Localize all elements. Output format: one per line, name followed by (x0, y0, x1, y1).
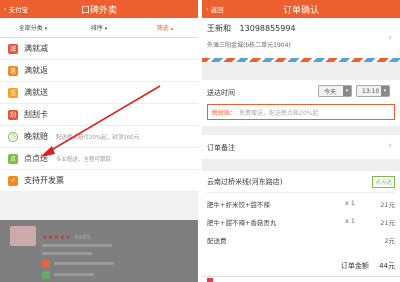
dropdown-icon: ▾ (343, 86, 351, 96)
menu-item-invoice[interactable]: ✓ 支持开发票 (0, 170, 198, 192)
background-shop-card: ★★★★★ 4985 (10, 224, 190, 280)
back-label: 支付宝 (8, 6, 29, 14)
back-label: 返回 (210, 6, 224, 14)
filter-category-label: 全部分类 (18, 25, 43, 32)
remark-label: 订单备注 (207, 144, 235, 152)
day-select[interactable]: 今天 ▾ (318, 85, 352, 97)
filter-sort-label: 排序 (90, 25, 103, 32)
total-label: 订单金额 (340, 262, 369, 270)
filter-sort[interactable]: 排序 ▾ (66, 23, 132, 32)
address-text: 外滩三阳金城(b栋二单元1904) (207, 42, 291, 49)
page-title: 订单确认 (282, 5, 319, 16)
menu-item-desc: 配送晚点赔付20%起，封顶100元 (56, 134, 140, 141)
delivery-time-label: 送达时间 (207, 89, 235, 97)
menu-item-label: 晚就赔 (24, 132, 48, 141)
menu-item-label: 满就返 (24, 66, 48, 75)
day-select-value: 今天 (324, 88, 337, 96)
filter-screen-label: 筛选 (156, 25, 169, 32)
menu-item-mansong[interactable]: 送 满就送 (0, 82, 198, 104)
order-item: 肥牛+虾米饺+甜不辣 x 1 21元 (207, 199, 395, 211)
delivery-badge: 点点送 (372, 176, 395, 188)
back-button[interactable]: ‹ 返回 (206, 0, 224, 18)
item-price: 21元 (380, 201, 395, 209)
chevron-right-icon: › (388, 33, 392, 43)
item-name: 肥牛+甜不辣+香菇贡丸 (207, 219, 277, 227)
promo-tag-icon (42, 260, 50, 268)
envelope-stripe (202, 58, 400, 62)
menu-item-guaguaka[interactable]: 刮 刮刮卡 (0, 104, 198, 126)
blurred-text-line (54, 273, 94, 276)
stars-text: ★★★★★ (42, 234, 72, 241)
shop-name: 云南过桥米线(河东路店) (207, 178, 283, 186)
promo-tag-icon (42, 271, 50, 279)
cashback-icon: 返 (8, 65, 18, 76)
caret-up-icon: ▴ (170, 26, 174, 32)
menu-item-label: 满就送 (24, 88, 48, 97)
filter-category[interactable]: 全部分类 ▾ (0, 23, 66, 32)
bottom-section (202, 276, 400, 282)
item-qty: x 1 (345, 217, 356, 225)
item-qty: x 1 (345, 199, 356, 207)
right-top-bar: ‹ 返回 订单确认 (202, 0, 400, 18)
blurred-text-line (42, 252, 92, 255)
menu-item-manjian[interactable]: 减 满就减 (0, 38, 198, 60)
right-screen: ‹ 返回 订单确认 王新和 13098855994 外滩三阳金城(b栋二单元19… (202, 0, 400, 282)
discount-icon: 减 (8, 43, 18, 54)
item-name: 配送费 (207, 237, 227, 245)
menu-item-label: 满就减 (24, 44, 48, 53)
notice-desc: 免费赠送，配送晚点赔20%起 (239, 109, 319, 117)
left-top-bar: ‹ 支付宝 口碑外卖 (0, 0, 198, 18)
item-price: 21元 (380, 219, 395, 227)
order-summary: 云南过桥米线(河东路店) 点点送 肥牛+虾米饺+甜不辣 x 1 21元 肥牛+甜… (202, 171, 400, 281)
item-price: 2元 (384, 237, 395, 245)
total-value: 44元 (379, 262, 395, 270)
order-item: 肥牛+甜不辣+香菇贡丸 x 1 21元 (207, 217, 395, 229)
chevron-right-icon: › (388, 141, 392, 151)
clock-icon: ◷ (8, 131, 18, 142)
filter-screen[interactable]: 筛选 ▴ (132, 23, 198, 32)
address-card[interactable]: 王新和 13098855994 外滩三阳金城(b栋二单元1904) › (202, 18, 400, 58)
rating-stars: ★★★★★ 4985 (42, 234, 91, 241)
caret-down-icon: ▾ (44, 26, 48, 32)
recipient-name: 王新和 (207, 24, 231, 33)
dropdown-icon: ▾ (381, 86, 389, 96)
menu-item-desc: 专业配送，全程可跟踪 (56, 156, 112, 163)
filter-bar: 全部分类 ▾ 排序 ▾ 筛选 ▴ (0, 18, 198, 38)
page-title: 口碑外卖 (80, 5, 117, 16)
caret-down-icon: ▾ (104, 26, 108, 32)
notice-title: 晚就赔： (212, 109, 237, 117)
left-screen: ‹ 支付宝 口碑外卖 全部分类 ▾ 排序 ▾ 筛选 ▴ 减 满就减 返 满就返 送 满… (0, 0, 198, 282)
divider (207, 192, 395, 193)
time-select-value: 13:10 (362, 87, 380, 95)
dimmed-background[interactable]: ★★★★★ 4985 (0, 220, 198, 282)
scratch-card-icon: 刮 (8, 109, 18, 120)
menu-item-manfan[interactable]: 返 满就返 (0, 60, 198, 82)
blurred-text-line (42, 244, 112, 247)
menu-item-diandiansong[interactable]: 点 点点送 专业配送，全程可跟踪 (0, 148, 198, 170)
order-remark-row[interactable]: 订单备注 › (202, 135, 400, 159)
back-button[interactable]: ‹ 支付宝 (4, 0, 28, 18)
order-total: 订单金额 44元 (341, 261, 395, 271)
late-compensation-notice: 晚就赔： 免费赠送，配送晚点赔20%起 (207, 104, 395, 120)
blurred-text-line (54, 262, 114, 265)
recipient-info: 王新和 13098855994 (207, 23, 296, 34)
gift-icon: 送 (8, 87, 18, 98)
delivery-fee-row: 配送费 2元 (207, 235, 395, 247)
invoice-icon: ✓ (8, 175, 18, 186)
time-select[interactable]: 13:10 ▾ (356, 85, 390, 97)
item-name: 肥牛+虾米饺+甜不辣 (207, 201, 270, 209)
shop-logo (10, 226, 36, 246)
chevron-left-icon: ‹ (4, 5, 7, 13)
recipient-phone: 13098855994 (239, 24, 296, 33)
shop-icon (207, 278, 213, 282)
menu-item-wanjiupei[interactable]: ◷ 晚就赔 配送晚点赔付20%起，封顶100元 (0, 126, 198, 148)
filter-menu: 减 满就减 返 满就返 送 满就送 刮 刮刮卡 ◷ 晚就赔 配送晚点赔付20%起… (0, 38, 198, 192)
rating-count: 4985 (73, 234, 92, 241)
chevron-left-icon: ‹ (206, 5, 209, 13)
menu-item-label: 点点送 (24, 154, 48, 163)
menu-item-label: 刮刮卡 (24, 110, 48, 119)
delivery-time-card: 送达时间 今天 ▾ 13:10 ▾ 晚就赔： 免费赠送，配送晚点赔20%起 (202, 80, 400, 126)
menu-item-label: 支持开发票 (24, 176, 64, 185)
delivery-icon: 点 (8, 153, 18, 164)
